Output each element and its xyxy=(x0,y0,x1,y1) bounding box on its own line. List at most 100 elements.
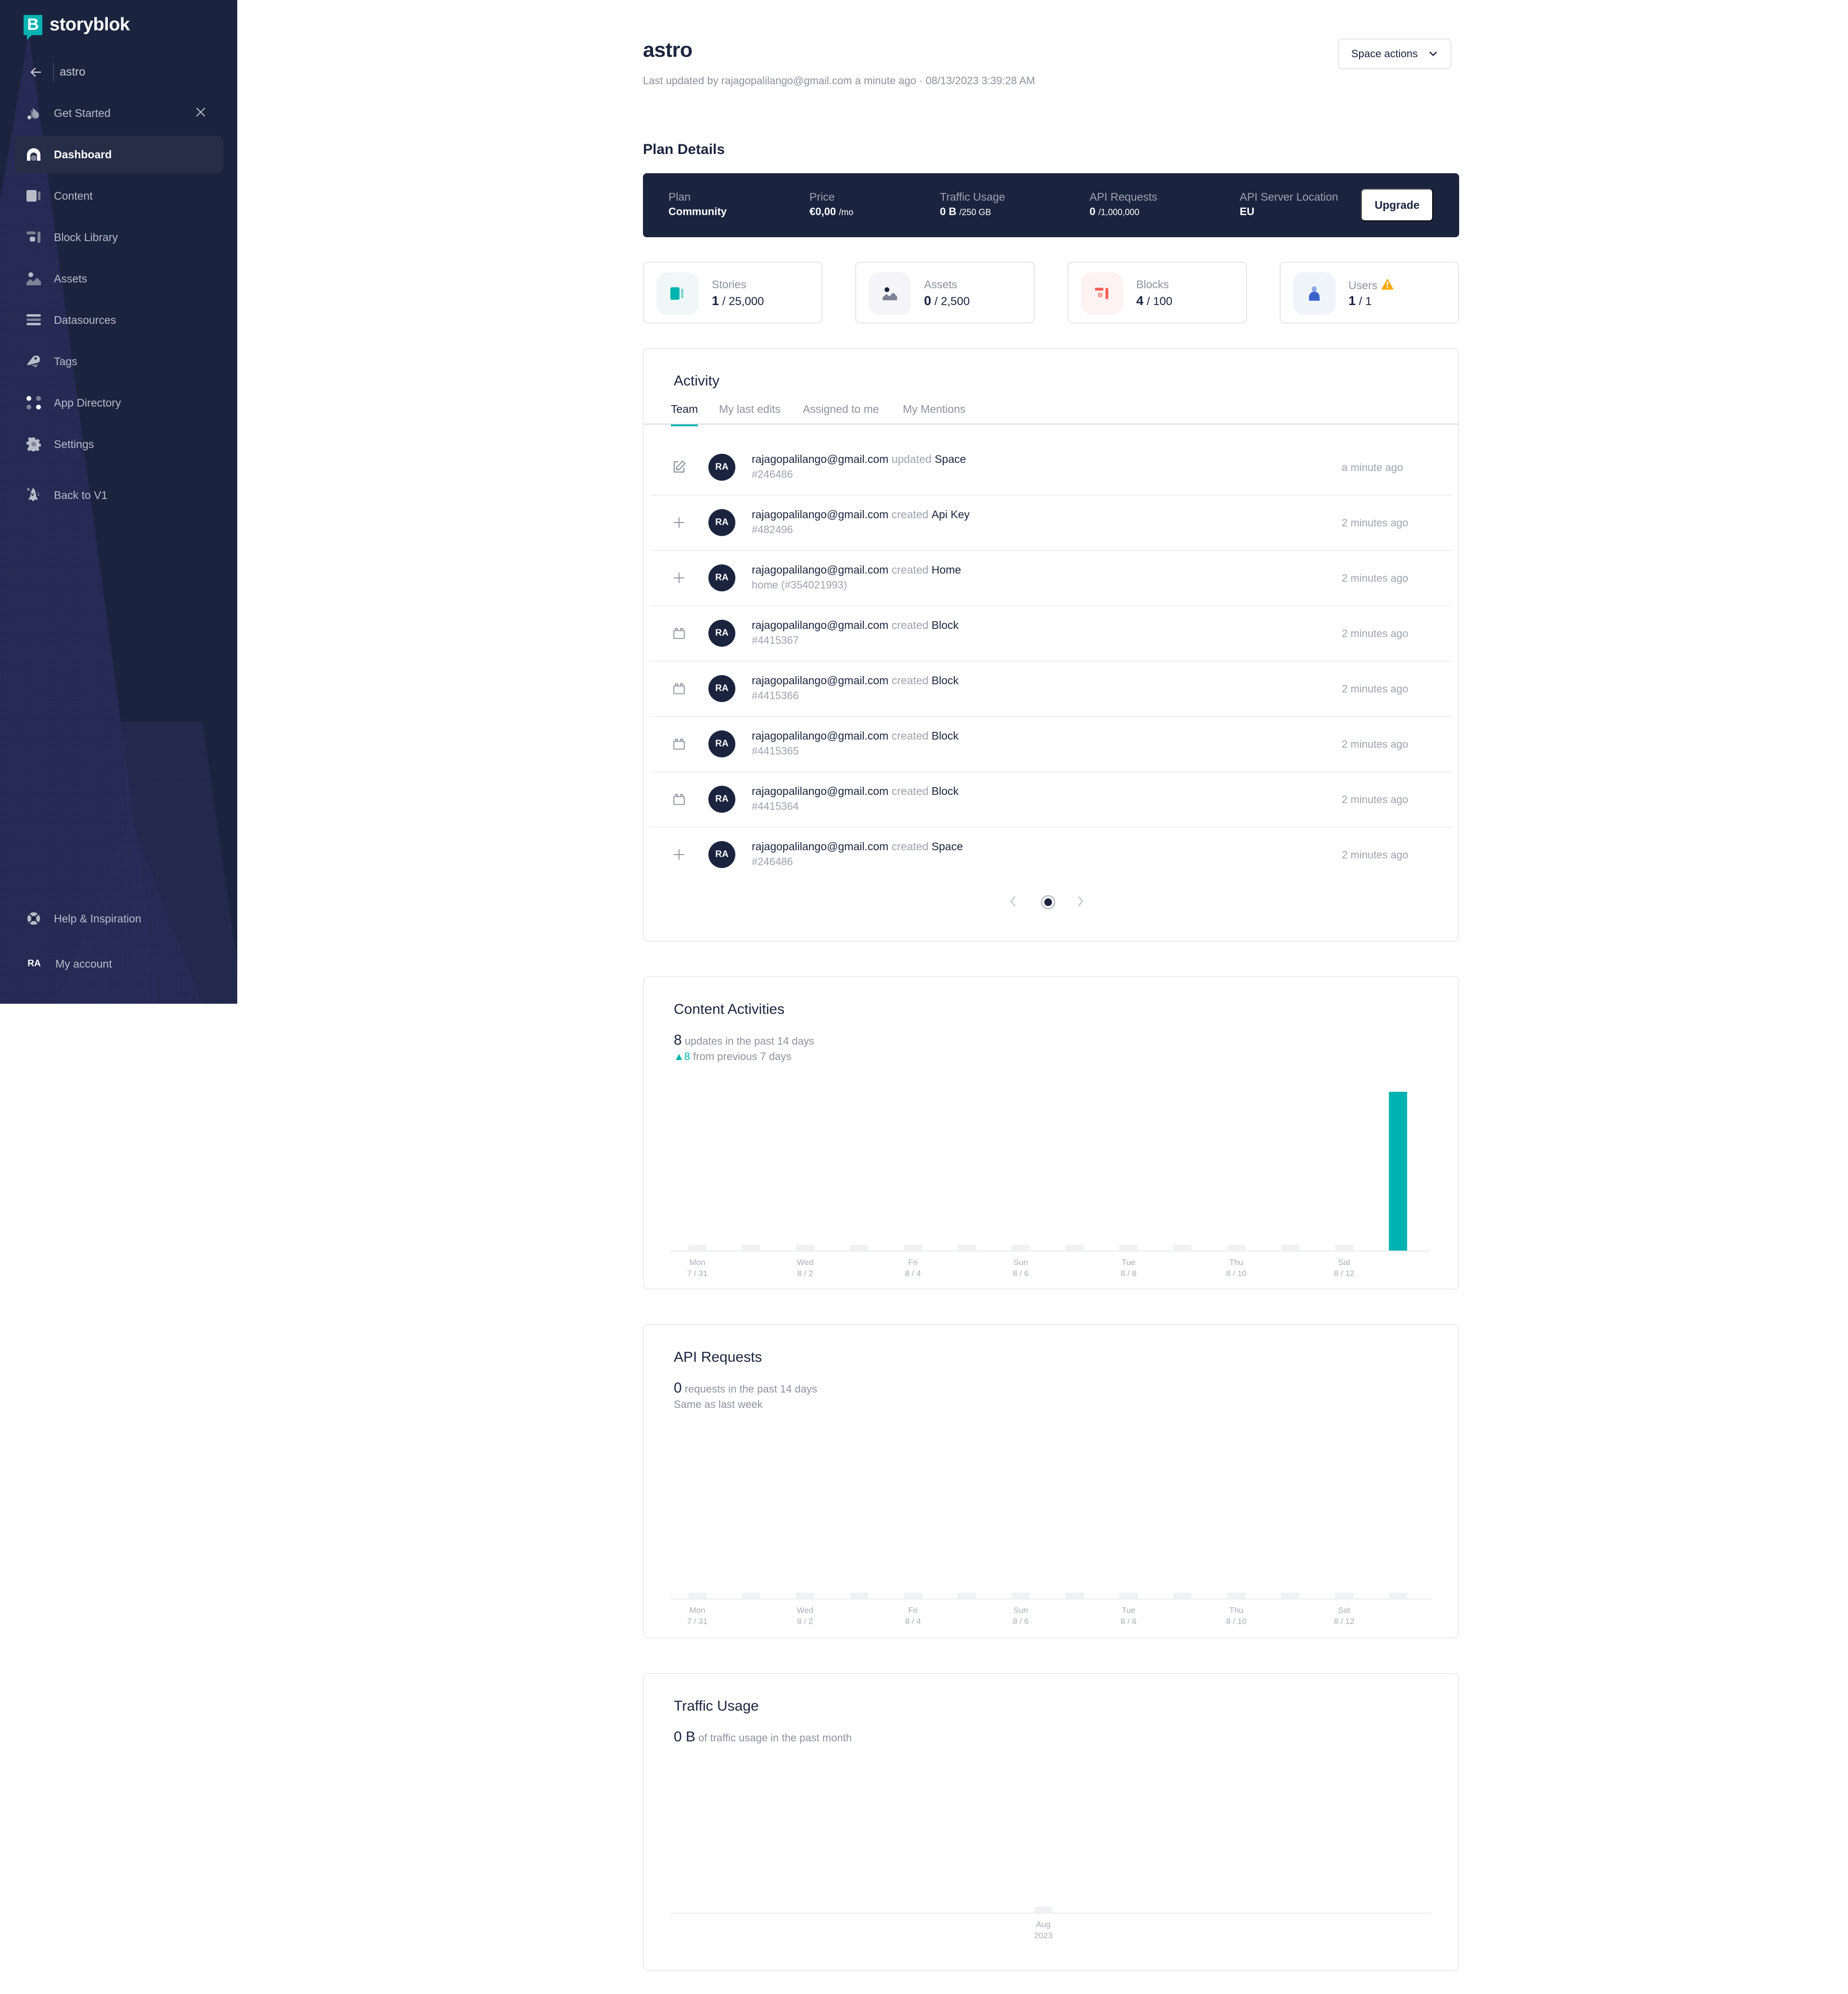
plan-column-value: EU xyxy=(1240,205,1255,217)
activity-time: 2 minutes ago xyxy=(1342,683,1409,695)
bar-8-3[interactable] xyxy=(850,1245,868,1251)
bar-8-3[interactable] xyxy=(850,1593,868,1598)
activity-user[interactable]: rajagopalilango@gmail.com xyxy=(752,508,888,521)
stat-card-stories[interactable]: Stories 1 / 25,000 xyxy=(643,262,822,323)
sidebar-item-assets[interactable]: Assets xyxy=(14,260,223,297)
bar-7-31[interactable] xyxy=(688,1593,706,1598)
gear-icon xyxy=(26,437,41,451)
bar-8-4[interactable] xyxy=(904,1593,922,1598)
bar-8-13[interactable] xyxy=(1389,1593,1407,1598)
activity-object[interactable]: Space xyxy=(935,453,966,465)
sidebar-item-content[interactable]: Content xyxy=(14,177,223,215)
activity-object[interactable]: Home xyxy=(932,563,961,576)
tab-assigned-to-me[interactable]: Assigned to me xyxy=(803,403,879,425)
sidebar-item-label: Back to V1 xyxy=(54,488,108,501)
tick-day: Mon xyxy=(689,1258,705,1267)
bar-8-4[interactable] xyxy=(904,1245,922,1251)
activity-user[interactable]: rajagopalilango@gmail.com xyxy=(752,563,888,576)
activity-row[interactable]: RA rajagopalilango@gmail.com created Spac… xyxy=(650,828,1452,883)
close-icon[interactable] xyxy=(194,106,207,121)
activity-row[interactable]: RA rajagopalilango@gmail.com created Bloc… xyxy=(650,717,1452,772)
arrow-left-icon[interactable] xyxy=(29,65,43,79)
sidebar-item-back-to-v1[interactable]: V1 Back to V1 xyxy=(14,476,223,514)
bar-8-9[interactable] xyxy=(1173,1593,1192,1598)
traffic-usage-title: Traffic Usage xyxy=(674,1698,759,1714)
bar-8-2[interactable] xyxy=(796,1593,814,1598)
upgrade-button[interactable]: Upgrade xyxy=(1361,189,1433,221)
activity-row[interactable]: RA rajagopalilango@gmail.com created Home… xyxy=(650,551,1452,606)
sidebar-item-help[interactable]: Help & Inspiration xyxy=(14,900,223,937)
sidebar-item-app-directory[interactable]: App Directory xyxy=(14,384,223,422)
stat-card-users[interactable]: Users 1 / 1 xyxy=(1280,262,1459,323)
activity-row[interactable]: RA rajagopalilango@gmail.com created Bloc… xyxy=(650,772,1452,828)
bar-8-13[interactable] xyxy=(1389,1092,1407,1251)
sidebar-item-datasources[interactable]: Datasources xyxy=(14,301,223,339)
page-indicator-current[interactable] xyxy=(1041,895,1055,909)
activity-user[interactable]: rajagopalilango@gmail.com xyxy=(752,840,888,853)
activity-object[interactable]: Block xyxy=(932,674,959,687)
activity-object[interactable]: Api Key xyxy=(932,508,970,521)
activity-user[interactable]: rajagopalilango@gmail.com xyxy=(752,674,888,687)
bar-8-12[interactable] xyxy=(1335,1245,1353,1251)
bar-8-8[interactable] xyxy=(1119,1593,1138,1598)
avatar: RA xyxy=(708,730,735,757)
content-activities-count: 8 xyxy=(674,1032,682,1048)
bar-8-7[interactable] xyxy=(1065,1245,1084,1251)
bar-8-1[interactable] xyxy=(742,1593,760,1598)
activity-row[interactable]: RA rajagopalilango@gmail.com created Bloc… xyxy=(650,606,1452,662)
activity-user[interactable]: rajagopalilango@gmail.com xyxy=(752,785,888,797)
sidebar-item-tags[interactable]: Tags xyxy=(14,343,223,380)
bar-8-12[interactable] xyxy=(1335,1593,1353,1598)
activity-object[interactable]: Block xyxy=(932,785,959,797)
storyblok-logo[interactable]: B storyblok xyxy=(24,14,130,40)
activity-user[interactable]: rajagopalilango@gmail.com xyxy=(752,619,888,631)
bar-8-10[interactable] xyxy=(1227,1593,1245,1598)
bar-8-6[interactable] xyxy=(1012,1245,1030,1251)
tab-my-last-edits[interactable]: My last edits xyxy=(719,403,781,425)
user-icon xyxy=(1293,272,1335,315)
x-tick-label: Thu 8 / 10 xyxy=(1226,1258,1247,1278)
activity-user[interactable]: rajagopalilango@gmail.com xyxy=(752,729,888,742)
bar-8-6[interactable] xyxy=(1012,1593,1030,1598)
space-actions-button[interactable]: Space actions xyxy=(1337,38,1451,69)
activity-object[interactable]: Block xyxy=(932,729,959,742)
bar-8-10[interactable] xyxy=(1227,1245,1245,1251)
stat-card-assets[interactable]: Assets 0 / 2,500 xyxy=(855,262,1035,323)
sidebar-item-label: Assets xyxy=(54,272,88,285)
stat-card-blocks[interactable]: Blocks 4 / 100 xyxy=(1067,262,1247,323)
space-switcher[interactable]: astro xyxy=(29,58,85,87)
sidebar-item-block-library[interactable]: Block Library xyxy=(14,218,223,256)
tick-date: 7 / 31 xyxy=(687,1617,708,1626)
bar-8-8[interactable] xyxy=(1119,1245,1138,1251)
chevron-left-icon[interactable] xyxy=(1009,895,1017,911)
tab-team[interactable]: Team xyxy=(671,403,698,426)
plan-details-bar: Plan Community Price €0,00 /mo Traffic U… xyxy=(643,173,1459,237)
bar-8-11[interactable] xyxy=(1281,1245,1299,1251)
bar-8-1[interactable] xyxy=(742,1245,760,1251)
bar-8-2[interactable] xyxy=(796,1245,814,1251)
bar-8-5[interactable] xyxy=(958,1245,976,1251)
bar-7-31[interactable] xyxy=(688,1245,706,1251)
tab-my-mentions[interactable]: My Mentions xyxy=(903,403,965,425)
chevron-right-icon[interactable] xyxy=(1076,895,1085,911)
block-library-icon xyxy=(26,230,41,244)
bar-8-5[interactable] xyxy=(958,1593,976,1598)
bar-8-7[interactable] xyxy=(1065,1593,1084,1598)
bar-8-9[interactable] xyxy=(1173,1245,1192,1251)
warning-icon[interactable] xyxy=(1381,278,1394,293)
activity-row[interactable]: RA rajagopalilango@gmail.com updated Spac… xyxy=(650,440,1452,496)
sidebar-item-settings[interactable]: Settings xyxy=(14,425,223,463)
bar-8-11[interactable] xyxy=(1281,1593,1299,1598)
svg-text:V: V xyxy=(31,493,34,498)
activity-row[interactable]: RA rajagopalilango@gmail.com created Bloc… xyxy=(650,662,1452,717)
sidebar-item-dashboard[interactable]: Dashboard xyxy=(14,136,223,173)
block-icon xyxy=(671,626,687,641)
api-requests-panel: API Requests 0 requests in the past 14 d… xyxy=(643,1324,1459,1638)
sidebar-item-get-started[interactable]: Get Started xyxy=(14,94,223,132)
bar-Aug-2023[interactable] xyxy=(1034,1907,1052,1913)
activity-object[interactable]: Block xyxy=(932,619,959,631)
activity-row[interactable]: RA rajagopalilango@gmail.com created Api … xyxy=(650,496,1452,551)
sidebar-item-my-account[interactable]: RA My account xyxy=(14,945,223,983)
activity-user[interactable]: rajagopalilango@gmail.com xyxy=(752,453,888,465)
activity-object[interactable]: Space xyxy=(932,840,963,853)
